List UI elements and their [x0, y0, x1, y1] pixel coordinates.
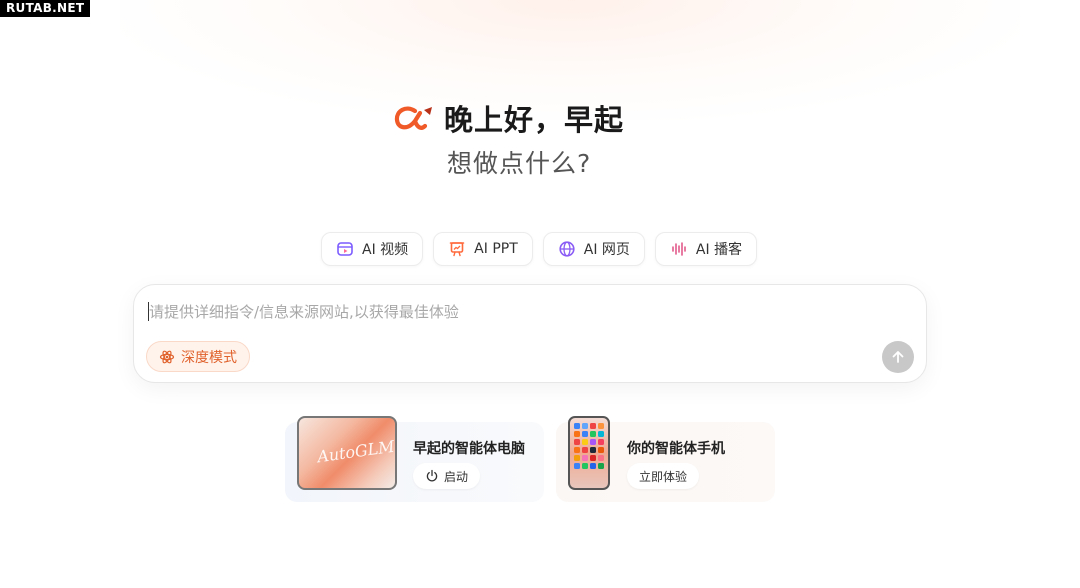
watermark: RUTAB.NET: [0, 0, 91, 17]
globe-icon: [559, 241, 575, 257]
autoglm-brand-text: AutoGLM: [316, 436, 396, 467]
hero: 晚上好，早起 想做点什么?: [394, 98, 625, 178]
deep-mode-label: 深度模式: [181, 349, 237, 366]
app-icon: [590, 431, 596, 437]
app-icon: [590, 439, 596, 445]
app-icon: [590, 463, 596, 469]
ai-ppt-button[interactable]: AI PPT: [433, 232, 533, 266]
agent-phone-image: [568, 416, 610, 490]
deep-mode-toggle[interactable]: 深度模式: [146, 341, 250, 372]
app-icon: [598, 463, 604, 469]
app-icon: [574, 439, 580, 445]
ai-video-label: AI 视频: [362, 242, 409, 258]
ai-webpage-button[interactable]: AI 网页: [542, 232, 645, 266]
agent-phone-title: 你的智能体手机: [627, 441, 725, 457]
app-icon: [598, 455, 604, 461]
ppt-icon: [449, 242, 465, 257]
app-icon: [582, 439, 588, 445]
app-icon: [582, 447, 588, 453]
launch-button[interactable]: 启动: [413, 463, 481, 489]
send-button[interactable]: [882, 341, 914, 373]
video-icon: [337, 242, 353, 256]
app-icon: [574, 423, 580, 429]
power-icon: [426, 469, 438, 482]
app-icon: [590, 455, 596, 461]
app-icon: [574, 463, 580, 469]
app-icon: [582, 431, 588, 437]
app-icon: [582, 455, 588, 461]
agent-phone-card[interactable]: 你的智能体手机 立即体验: [556, 416, 775, 502]
app-icon: [590, 423, 596, 429]
agent-computer-card[interactable]: AutoGLM 早起的智能体电脑 启动: [285, 416, 544, 502]
app-icon: [598, 431, 604, 437]
quick-actions: AI 视频 AI PPT AI 网页 AI 播客: [321, 232, 758, 266]
app-icon: [574, 455, 580, 461]
app-icon: [582, 423, 588, 429]
prompt-input-placeholder[interactable]: 请提供详细指令/信息来源网站,以获得最佳体验: [149, 301, 459, 322]
ai-ppt-label: AI PPT: [474, 241, 518, 257]
audio-wave-icon: [672, 242, 686, 256]
app-icon: [574, 431, 580, 437]
prompt-input-box[interactable]: 请提供详细指令/信息来源网站,以获得最佳体验 深度模式: [133, 284, 927, 383]
ai-video-button[interactable]: AI 视频: [321, 232, 424, 266]
app-icon: [598, 447, 604, 453]
app-icon: [574, 447, 580, 453]
agent-computer-title: 早起的智能体电脑: [413, 441, 525, 457]
agent-computer-image: AutoGLM: [297, 416, 397, 490]
ai-podcast-label: AI 播客: [695, 242, 743, 258]
alpha-logo-icon: [394, 106, 432, 130]
app-icon: [598, 423, 604, 429]
ai-podcast-button[interactable]: AI 播客: [654, 232, 758, 266]
greeting-subtitle: 想做点什么?: [447, 149, 592, 178]
try-now-button[interactable]: 立即体验: [627, 463, 700, 489]
app-icon: [598, 439, 604, 445]
arrow-up-icon: [892, 351, 904, 363]
atom-icon: [159, 350, 175, 363]
greeting-title: 晚上好，早起: [444, 103, 625, 137]
app-icon: [582, 463, 588, 469]
feature-cards: AutoGLM 早起的智能体电脑 启动 你的智能体手机 立即体验: [285, 416, 775, 502]
app-icon: [590, 447, 596, 453]
launch-button-label: 启动: [444, 469, 469, 484]
ai-webpage-label: AI 网页: [583, 242, 630, 258]
try-now-label: 立即体验: [639, 469, 688, 484]
